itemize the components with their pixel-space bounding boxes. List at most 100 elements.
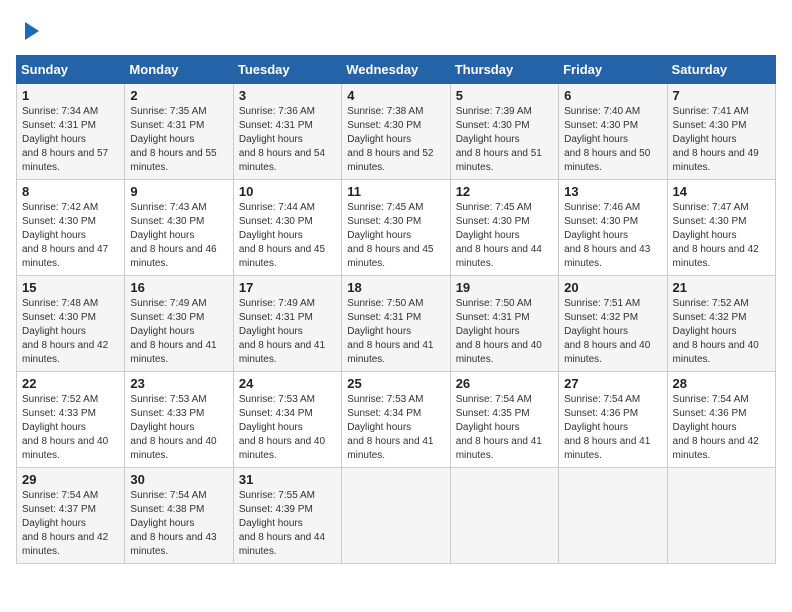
calendar-cell: 28 Sunrise: 7:54 AMSunset: 4:36 PMDaylig… [667,372,775,468]
calendar-cell [342,468,450,564]
calendar-cell: 21 Sunrise: 7:52 AMSunset: 4:32 PMDaylig… [667,276,775,372]
column-header-tuesday: Tuesday [233,56,341,84]
day-info: Sunrise: 7:53 AMSunset: 4:34 PMDaylight … [347,394,433,461]
calendar-week-row: 29 Sunrise: 7:54 AMSunset: 4:37 PMDaylig… [17,468,776,564]
day-info: Sunrise: 7:48 AMSunset: 4:30 PMDaylight … [22,298,108,365]
day-info: Sunrise: 7:49 AMSunset: 4:31 PMDaylight … [239,298,325,365]
day-number: 18 [347,280,444,295]
day-info: Sunrise: 7:44 AMSunset: 4:30 PMDaylight … [239,202,325,269]
day-info: Sunrise: 7:45 AMSunset: 4:30 PMDaylight … [456,202,542,269]
day-info: Sunrise: 7:54 AMSunset: 4:37 PMDaylight … [22,490,108,557]
calendar-cell: 2 Sunrise: 7:35 AMSunset: 4:31 PMDayligh… [125,84,233,180]
calendar-cell: 3 Sunrise: 7:36 AMSunset: 4:31 PMDayligh… [233,84,341,180]
logo-arrow-icon [21,20,43,42]
calendar-cell: 16 Sunrise: 7:49 AMSunset: 4:30 PMDaylig… [125,276,233,372]
day-number: 8 [22,184,119,199]
day-number: 10 [239,184,336,199]
day-number: 19 [456,280,553,295]
column-header-friday: Friday [559,56,667,84]
day-number: 20 [564,280,661,295]
day-info: Sunrise: 7:34 AMSunset: 4:31 PMDaylight … [22,106,108,173]
calendar-cell: 25 Sunrise: 7:53 AMSunset: 4:34 PMDaylig… [342,372,450,468]
day-info: Sunrise: 7:43 AMSunset: 4:30 PMDaylight … [130,202,216,269]
day-info: Sunrise: 7:42 AMSunset: 4:30 PMDaylight … [22,202,108,269]
day-info: Sunrise: 7:39 AMSunset: 4:30 PMDaylight … [456,106,542,173]
day-info: Sunrise: 7:54 AMSunset: 4:36 PMDaylight … [564,394,650,461]
day-number: 5 [456,88,553,103]
day-number: 24 [239,376,336,391]
calendar-week-row: 8 Sunrise: 7:42 AMSunset: 4:30 PMDayligh… [17,180,776,276]
calendar-cell: 11 Sunrise: 7:45 AMSunset: 4:30 PMDaylig… [342,180,450,276]
page-header [16,16,776,47]
calendar-cell: 7 Sunrise: 7:41 AMSunset: 4:30 PMDayligh… [667,84,775,180]
column-header-sunday: Sunday [17,56,125,84]
calendar-week-row: 1 Sunrise: 7:34 AMSunset: 4:31 PMDayligh… [17,84,776,180]
column-header-wednesday: Wednesday [342,56,450,84]
day-number: 26 [456,376,553,391]
calendar-week-row: 22 Sunrise: 7:52 AMSunset: 4:33 PMDaylig… [17,372,776,468]
calendar-cell: 24 Sunrise: 7:53 AMSunset: 4:34 PMDaylig… [233,372,341,468]
day-number: 2 [130,88,227,103]
day-info: Sunrise: 7:53 AMSunset: 4:34 PMDaylight … [239,394,325,461]
calendar-cell: 14 Sunrise: 7:47 AMSunset: 4:30 PMDaylig… [667,180,775,276]
day-info: Sunrise: 7:50 AMSunset: 4:31 PMDaylight … [347,298,433,365]
day-info: Sunrise: 7:40 AMSunset: 4:30 PMDaylight … [564,106,650,173]
calendar-cell: 4 Sunrise: 7:38 AMSunset: 4:30 PMDayligh… [342,84,450,180]
calendar-cell: 17 Sunrise: 7:49 AMSunset: 4:31 PMDaylig… [233,276,341,372]
day-number: 1 [22,88,119,103]
calendar-cell: 19 Sunrise: 7:50 AMSunset: 4:31 PMDaylig… [450,276,558,372]
day-number: 6 [564,88,661,103]
day-number: 27 [564,376,661,391]
calendar-cell: 8 Sunrise: 7:42 AMSunset: 4:30 PMDayligh… [17,180,125,276]
day-number: 25 [347,376,444,391]
column-header-saturday: Saturday [667,56,775,84]
day-info: Sunrise: 7:52 AMSunset: 4:33 PMDaylight … [22,394,108,461]
day-info: Sunrise: 7:50 AMSunset: 4:31 PMDaylight … [456,298,542,365]
calendar-cell: 6 Sunrise: 7:40 AMSunset: 4:30 PMDayligh… [559,84,667,180]
calendar-cell: 31 Sunrise: 7:55 AMSunset: 4:39 PMDaylig… [233,468,341,564]
day-number: 16 [130,280,227,295]
day-number: 7 [673,88,770,103]
calendar-cell: 13 Sunrise: 7:46 AMSunset: 4:30 PMDaylig… [559,180,667,276]
calendar-cell: 20 Sunrise: 7:51 AMSunset: 4:32 PMDaylig… [559,276,667,372]
day-info: Sunrise: 7:54 AMSunset: 4:38 PMDaylight … [130,490,216,557]
calendar-cell: 10 Sunrise: 7:44 AMSunset: 4:30 PMDaylig… [233,180,341,276]
day-info: Sunrise: 7:49 AMSunset: 4:30 PMDaylight … [130,298,216,365]
calendar-table: SundayMondayTuesdayWednesdayThursdayFrid… [16,55,776,564]
day-number: 23 [130,376,227,391]
day-info: Sunrise: 7:47 AMSunset: 4:30 PMDaylight … [673,202,759,269]
calendar-cell: 12 Sunrise: 7:45 AMSunset: 4:30 PMDaylig… [450,180,558,276]
calendar-header-row: SundayMondayTuesdayWednesdayThursdayFrid… [17,56,776,84]
day-number: 17 [239,280,336,295]
calendar-cell [450,468,558,564]
column-header-monday: Monday [125,56,233,84]
day-info: Sunrise: 7:53 AMSunset: 4:33 PMDaylight … [130,394,216,461]
day-number: 4 [347,88,444,103]
calendar-cell [559,468,667,564]
day-number: 11 [347,184,444,199]
day-info: Sunrise: 7:54 AMSunset: 4:35 PMDaylight … [456,394,542,461]
calendar-cell: 1 Sunrise: 7:34 AMSunset: 4:31 PMDayligh… [17,84,125,180]
day-info: Sunrise: 7:52 AMSunset: 4:32 PMDaylight … [673,298,759,365]
calendar-cell: 27 Sunrise: 7:54 AMSunset: 4:36 PMDaylig… [559,372,667,468]
day-info: Sunrise: 7:38 AMSunset: 4:30 PMDaylight … [347,106,433,173]
calendar-week-row: 15 Sunrise: 7:48 AMSunset: 4:30 PMDaylig… [17,276,776,372]
day-info: Sunrise: 7:36 AMSunset: 4:31 PMDaylight … [239,106,325,173]
calendar-cell: 9 Sunrise: 7:43 AMSunset: 4:30 PMDayligh… [125,180,233,276]
day-info: Sunrise: 7:55 AMSunset: 4:39 PMDaylight … [239,490,325,557]
day-info: Sunrise: 7:35 AMSunset: 4:31 PMDaylight … [130,106,216,173]
day-number: 30 [130,472,227,487]
calendar-cell: 26 Sunrise: 7:54 AMSunset: 4:35 PMDaylig… [450,372,558,468]
day-info: Sunrise: 7:46 AMSunset: 4:30 PMDaylight … [564,202,650,269]
day-info: Sunrise: 7:54 AMSunset: 4:36 PMDaylight … [673,394,759,461]
day-info: Sunrise: 7:41 AMSunset: 4:30 PMDaylight … [673,106,759,173]
day-number: 13 [564,184,661,199]
day-number: 12 [456,184,553,199]
logo [16,16,43,47]
calendar-cell: 15 Sunrise: 7:48 AMSunset: 4:30 PMDaylig… [17,276,125,372]
day-number: 22 [22,376,119,391]
calendar-cell: 5 Sunrise: 7:39 AMSunset: 4:30 PMDayligh… [450,84,558,180]
day-number: 9 [130,184,227,199]
calendar-cell [667,468,775,564]
day-number: 28 [673,376,770,391]
